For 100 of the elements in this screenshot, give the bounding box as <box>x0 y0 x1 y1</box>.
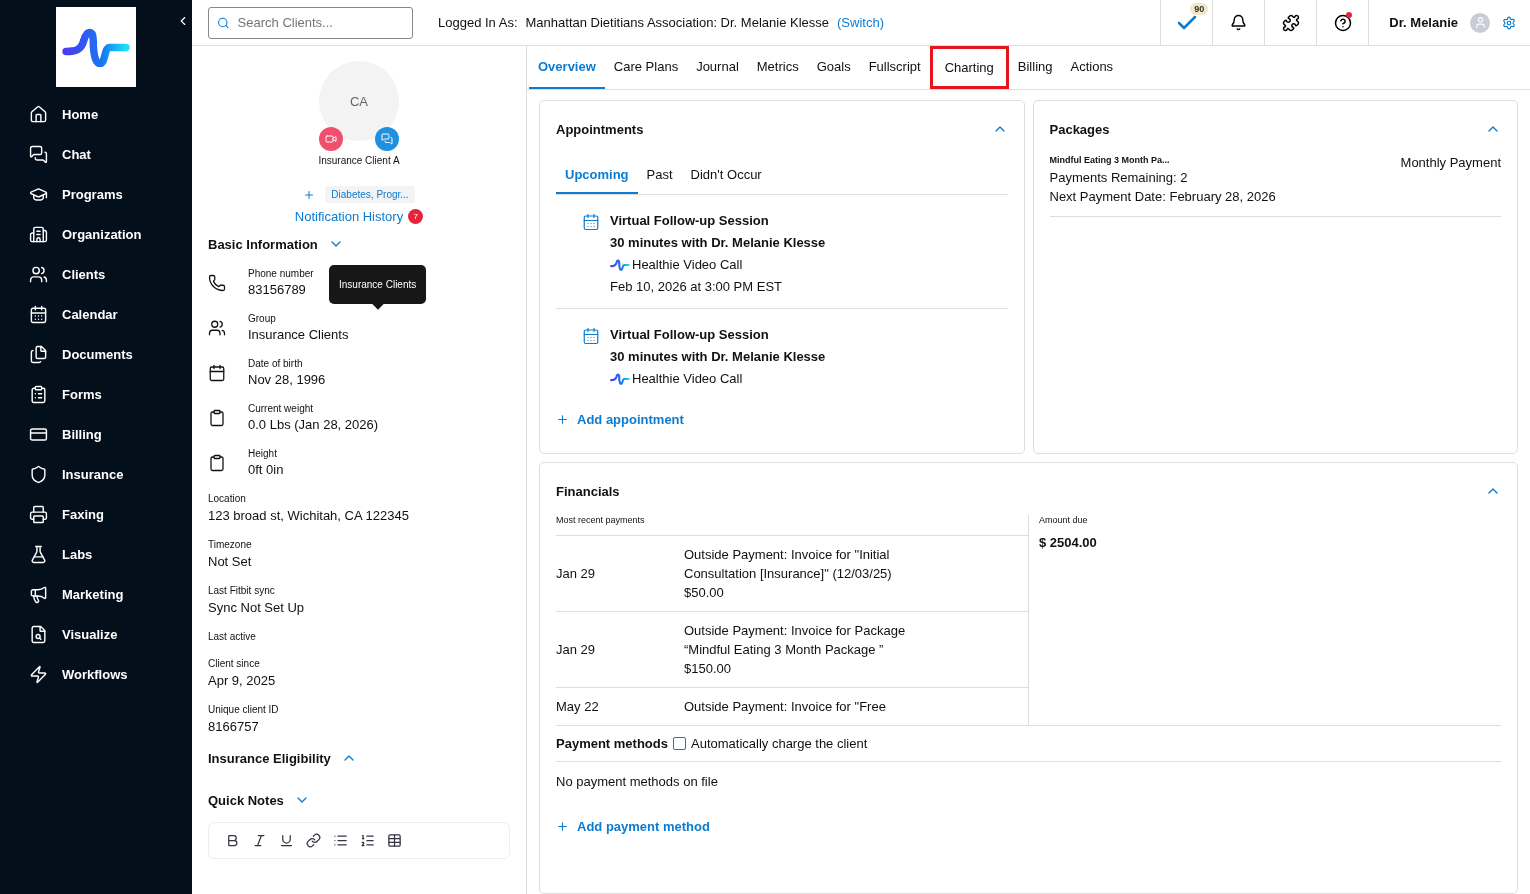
field-label: Last Fitbit sync <box>208 585 276 596</box>
sidebar-item[interactable]: Forms <box>0 374 192 414</box>
field-value: Insurance Clients <box>248 327 349 342</box>
clipboard-icon <box>208 408 226 427</box>
section-header[interactable]: Quick Notes <box>208 792 310 808</box>
appointment-time: Feb 10, 2026 at 3:00 PM EST <box>610 279 783 294</box>
bell-icon <box>1230 14 1248 31</box>
card-title: Financials <box>556 483 620 499</box>
amount-due: $ 2504.00 <box>1039 535 1098 550</box>
checkbox-label: Automatically charge the client <box>691 736 868 751</box>
sidebar-item[interactable]: Insurance <box>0 454 192 494</box>
field-label: Location <box>208 493 247 504</box>
payment-date: May 22 <box>556 699 600 714</box>
tab[interactable]: Care Plans <box>604 46 688 89</box>
puzzle-icon <box>1281 13 1300 32</box>
sidebar-item[interactable]: Billing <box>0 414 192 454</box>
section-header[interactable]: Basic Information <box>208 236 344 252</box>
tab[interactable]: Goals <box>807 46 860 89</box>
underline-icon[interactable] <box>279 833 294 848</box>
field-value: Apr 9, 2025 <box>208 673 277 688</box>
chat-button[interactable] <box>375 127 399 151</box>
sidebar-item[interactable]: Clients <box>0 254 192 294</box>
bold-icon[interactable] <box>225 833 240 848</box>
next-payment-date: Next Payment Date: February 28, 2026 <box>1049 189 1277 204</box>
calendar-icon <box>582 213 600 231</box>
switch-link[interactable]: (Switch) <box>837 15 884 30</box>
sidebar-item[interactable]: Visualize <box>0 614 192 654</box>
section-header[interactable]: Insurance Eligibility <box>208 750 357 766</box>
shield-icon <box>29 464 48 484</box>
sidebar-item[interactable]: Organization <box>0 214 192 254</box>
field-label: Current weight <box>248 403 315 414</box>
logo-icon <box>62 26 130 68</box>
checkbox[interactable] <box>673 737 686 750</box>
plus-icon <box>556 820 569 833</box>
field-value: Sync Not Set Up <box>208 600 306 615</box>
tag-chip[interactable]: Diabetes, Progr... <box>325 186 415 203</box>
numbered-list-icon[interactable] <box>360 833 375 848</box>
field-label: Height <box>248 448 278 459</box>
tab[interactable]: Overview <box>529 46 605 89</box>
notification-count: 7 <box>408 209 424 224</box>
people-icon <box>208 318 226 337</box>
sidebar-item[interactable]: Documents <box>0 334 192 374</box>
payment-description: Outside Payment: Invoice for "Initial Consultation [Insurance]" (12/03/25) <box>684 546 893 583</box>
field-value: 83156789 <box>248 282 307 297</box>
field-value: 0.0 Lbs (Jan 28, 2026) <box>248 417 379 432</box>
building-icon <box>29 224 48 244</box>
sidebar-item[interactable]: Calendar <box>0 294 192 334</box>
payment-description: Outside Payment: Invoice for Package “Mindful Eating 3 Month Package ” <box>684 622 907 659</box>
clipboard-icon <box>29 384 48 404</box>
flask-icon <box>29 544 48 564</box>
tab[interactable]: Past <box>637 159 682 194</box>
tab[interactable]: Fullscript <box>859 46 930 89</box>
appointment-title: Virtual Follow-up Session <box>610 327 770 342</box>
empty-message: No payment methods on file <box>556 774 719 789</box>
notification-history-link[interactable]: Notification History <box>294 209 404 224</box>
client-initials: CA <box>349 93 369 109</box>
tab[interactable]: Upcoming <box>556 159 638 194</box>
field-value: Not Set <box>208 554 253 569</box>
add-appointment-link[interactable]: Add appointment <box>556 412 1008 427</box>
add-tag-icon[interactable] <box>303 188 316 201</box>
video-call-button[interactable] <box>319 127 343 151</box>
sidebar-item[interactable]: Workflows <box>0 654 192 694</box>
sidebar-item[interactable]: Programs <box>0 174 192 214</box>
printer-icon <box>29 504 48 524</box>
link-icon[interactable] <box>306 833 321 848</box>
payment-type: Monthly Payment <box>1400 155 1501 170</box>
column-label: Amount due <box>1039 515 1089 527</box>
appointment-duration: 30 minutes with Dr. Melanie Klesse <box>610 235 826 250</box>
appointment-location: Healthie Video Call <box>632 257 743 272</box>
sidebar-item[interactable]: Home <box>0 94 192 134</box>
sidebar-item[interactable]: Faxing <box>0 494 192 534</box>
field-label: Client since <box>208 658 261 669</box>
tab[interactable]: Metrics <box>747 46 808 89</box>
package-name: Mindful Eating 3 Month Pa... <box>1049 155 1170 167</box>
payment-date: Jan 29 <box>556 566 597 581</box>
tab[interactable]: Billing <box>1008 46 1062 89</box>
field-label: Timezone <box>208 539 253 550</box>
payment-methods-label: Payment methods <box>556 736 668 751</box>
table-icon[interactable] <box>387 833 402 848</box>
field-label: Group <box>248 313 277 324</box>
sidebar-item[interactable]: Labs <box>0 534 192 574</box>
tab[interactable]: Charting <box>929 46 1009 89</box>
appointment-duration: 30 minutes with Dr. Melanie Klesse <box>610 349 826 364</box>
add-payment-method-link[interactable]: Add payment method <box>556 819 1501 834</box>
tab[interactable]: Didn't Occur <box>681 159 771 194</box>
phone-icon <box>208 273 226 292</box>
bullet-list-icon[interactable] <box>333 833 348 848</box>
sidebar-item[interactable]: Marketing <box>0 574 192 614</box>
people-icon <box>29 264 48 284</box>
chat-icon <box>381 133 393 145</box>
field-value: 123 broad st, Wichitah, CA 122345 <box>208 508 410 523</box>
sidebar-item[interactable]: Chat <box>0 134 192 174</box>
settings-icon[interactable] <box>1502 15 1516 30</box>
column-label: Most recent payments <box>556 515 646 527</box>
search-field[interactable]: Search Clients... <box>208 6 413 39</box>
tab[interactable]: Journal <box>687 46 748 89</box>
italic-icon[interactable] <box>252 833 267 848</box>
card-title: Packages <box>1049 121 1110 137</box>
payment-amount: $150.00 <box>684 660 732 678</box>
tab[interactable]: Actions <box>1061 46 1123 89</box>
